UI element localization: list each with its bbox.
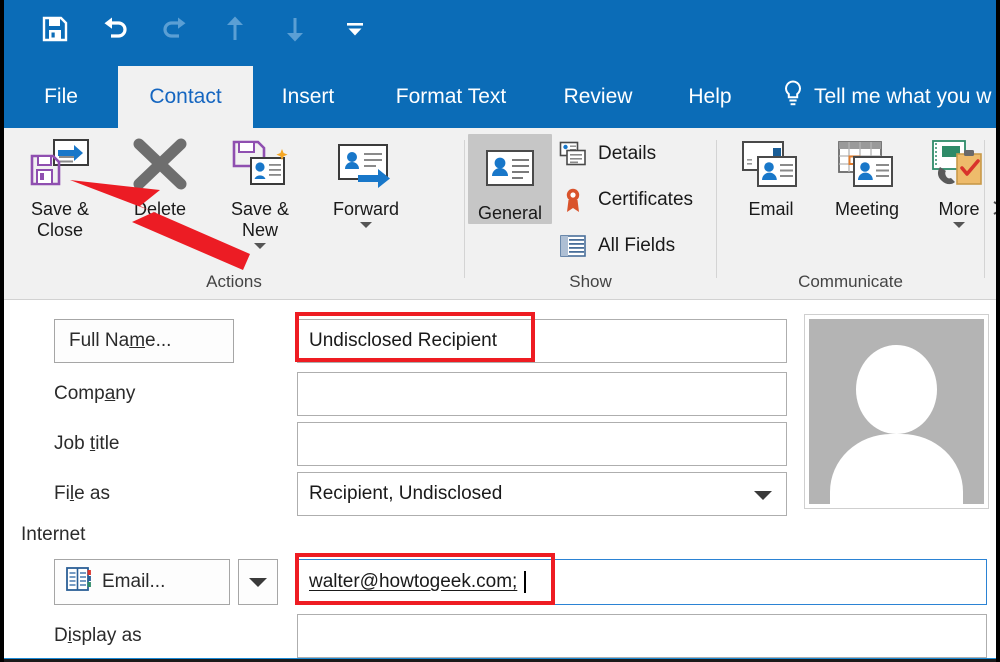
- title-bar: [4, 0, 996, 66]
- details-button[interactable]: Details: [558, 140, 656, 168]
- tell-me-label: Tell me what you w: [814, 85, 992, 108]
- forward-dropdown-icon[interactable]: [360, 222, 372, 229]
- more-button[interactable]: More: [919, 134, 996, 229]
- next-item-icon: [280, 14, 310, 44]
- contact-form: Full Name... Undisclosed Recipient Compa…: [4, 300, 996, 662]
- save-and-new-icon: [229, 134, 291, 196]
- save-and-close-icon: [28, 134, 92, 196]
- forward-icon: [334, 134, 398, 196]
- more-dropdown-icon[interactable]: [953, 222, 965, 229]
- meeting-icon: [836, 134, 898, 196]
- more-label: More: [938, 199, 980, 219]
- all-fields-icon: [558, 232, 588, 260]
- chevron-down-icon: [249, 577, 267, 587]
- ribbon-group-show-label: Show: [569, 272, 612, 291]
- ribbon-group-communicate-label: Communicate: [798, 272, 903, 291]
- certificate-icon: [558, 186, 588, 214]
- tab-help[interactable]: Help: [664, 66, 756, 128]
- quick-access-toolbar: [40, 14, 370, 44]
- outlook-contact-window: File Contact Insert Format Text Review H…: [0, 0, 1000, 662]
- delete-icon: [129, 134, 191, 196]
- contact-photo-placeholder[interactable]: [804, 314, 989, 509]
- file-as-value: Recipient, Undisclosed: [309, 483, 503, 504]
- all-fields-button[interactable]: All Fields: [558, 232, 675, 260]
- silhouette-body: [830, 433, 963, 504]
- ribbon-tab-strip: File Contact Insert Format Text Review H…: [4, 66, 996, 128]
- file-as-dropdown-icon[interactable]: [754, 491, 772, 500]
- redo-icon: [160, 14, 190, 44]
- save-and-close-label: Save & Close: [30, 199, 90, 241]
- company-label: Company: [54, 383, 136, 404]
- internet-section-label: Internet: [21, 524, 86, 545]
- delete-button[interactable]: Delete: [112, 134, 208, 220]
- company-input[interactable]: [297, 372, 787, 416]
- full-name-button[interactable]: Full Name...: [54, 319, 234, 363]
- file-as-combobox[interactable]: Recipient, Undisclosed: [297, 472, 787, 516]
- forward-label: Forward: [332, 199, 399, 219]
- tab-review[interactable]: Review: [540, 66, 656, 128]
- file-as-label: File as: [54, 483, 110, 504]
- certificates-button[interactable]: Certificates: [558, 186, 693, 214]
- email-value: walter@howtogeek.com;: [309, 571, 518, 592]
- full-name-value: Undisclosed Recipient: [309, 330, 497, 351]
- save-and-new-label: Save & New: [230, 199, 290, 241]
- email-ribbon-button[interactable]: Email: [727, 134, 815, 220]
- certificates-label: Certificates: [598, 189, 694, 210]
- save-and-new-dropdown-icon[interactable]: [254, 243, 266, 250]
- general-label: General: [477, 203, 543, 223]
- full-name-input[interactable]: Undisclosed Recipient: [297, 319, 787, 363]
- email-ribbon-label: Email: [748, 199, 794, 219]
- tab-file[interactable]: File: [18, 66, 104, 128]
- job-title-label: Job title: [54, 433, 120, 454]
- more-icon: [928, 134, 990, 196]
- silhouette-head: [856, 344, 937, 434]
- ribbon: Save & Close Delete Save & New Forward A…: [4, 128, 996, 300]
- email-ribbon-icon: [740, 134, 802, 196]
- save-and-close-button[interactable]: Save & Close: [12, 134, 108, 241]
- tab-format-text[interactable]: Format Text: [368, 66, 534, 128]
- address-book-icon: [65, 566, 93, 598]
- all-fields-label: All Fields: [598, 235, 676, 256]
- undo-icon[interactable]: [100, 14, 130, 44]
- save-icon[interactable]: [40, 14, 70, 44]
- meeting-label: Meeting: [834, 199, 900, 219]
- tell-me-search[interactable]: Tell me what you w: [782, 66, 991, 128]
- tab-contact[interactable]: Contact: [118, 66, 253, 128]
- ribbon-separator: [984, 140, 985, 278]
- display-as-input[interactable]: [297, 614, 987, 658]
- previous-item-icon: [220, 14, 250, 44]
- ribbon-group-show: General Details Certificates All Fields …: [465, 128, 716, 300]
- details-label: Details: [598, 143, 657, 164]
- email-type-button[interactable]: Email...: [54, 559, 230, 605]
- forward-button[interactable]: Forward: [314, 134, 418, 229]
- job-title-input[interactable]: [297, 422, 787, 466]
- customize-quick-access-toolbar-icon[interactable]: [340, 14, 370, 44]
- tab-insert[interactable]: Insert: [256, 66, 360, 128]
- email-type-dropdown-button[interactable]: [238, 559, 278, 605]
- lightbulb-icon: [782, 79, 804, 115]
- ribbon-overflow-button[interactable]: [992, 188, 996, 228]
- ribbon-group-actions-label: Actions: [206, 272, 262, 291]
- meeting-button[interactable]: Meeting: [819, 134, 915, 220]
- details-icon: [558, 140, 588, 168]
- general-icon: [483, 138, 537, 200]
- delete-label: Delete: [133, 199, 187, 219]
- save-and-new-button[interactable]: Save & New: [212, 134, 308, 250]
- text-cursor: [524, 571, 527, 593]
- full-name-button-label: Full Name...: [69, 330, 172, 351]
- email-type-label: Email...: [102, 571, 166, 592]
- display-as-label: Display as: [54, 625, 142, 646]
- general-button[interactable]: General: [468, 134, 552, 225]
- ribbon-group-communicate: Email Meeting More Communicate: [717, 128, 984, 300]
- email-input[interactable]: walter@howtogeek.com;: [297, 559, 987, 605]
- ribbon-group-actions: Save & Close Delete Save & New Forward A…: [4, 128, 464, 300]
- person-silhouette-icon: [809, 319, 984, 504]
